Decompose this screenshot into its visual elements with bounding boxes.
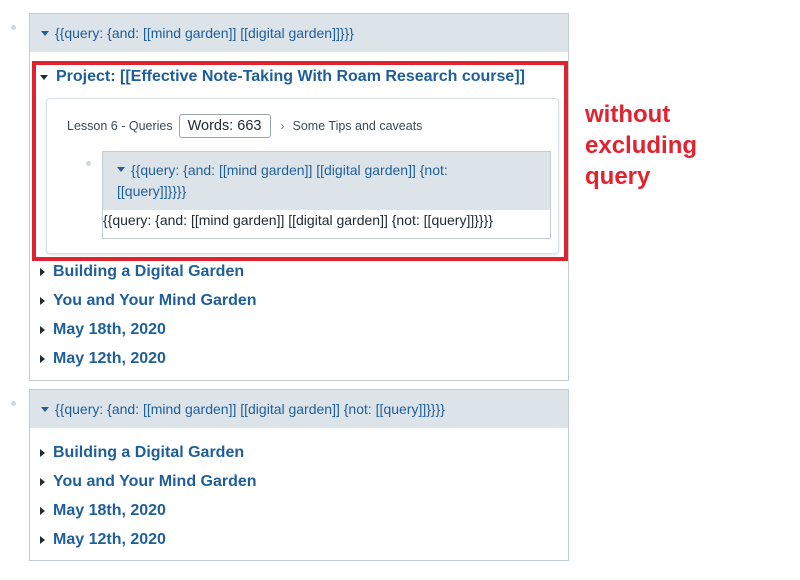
result-title-collapsed[interactable]: Building a Digital Garden xyxy=(40,444,244,462)
result-panel: Lesson 6 - Queries Words: 663 › Some Tip… xyxy=(46,98,559,254)
chevron-right-icon: › xyxy=(280,119,285,133)
result-title-label[interactable]: Building a Digital Garden xyxy=(53,444,244,462)
result-title-label[interactable]: Project: [[Effective Note-Taking With Ro… xyxy=(56,68,525,86)
result-title-collapsed[interactable]: May 12th, 2020 xyxy=(40,531,166,549)
query-header[interactable]: {{query: {and: [[mind garden]] [[digital… xyxy=(30,390,568,428)
result-title-label[interactable]: May 18th, 2020 xyxy=(53,321,166,339)
nested-query-block: {{query: {and: [[mind garden]] [[digital… xyxy=(102,151,551,239)
block-bullet[interactable] xyxy=(11,25,16,30)
query-header-text[interactable]: {{query: {and: [[mind garden]] [[digital… xyxy=(55,401,445,417)
nested-query-header-line1[interactable]: {{query: {and: [[mind garden]] [[digital… xyxy=(131,162,448,178)
result-title-label[interactable]: You and Your Mind Garden xyxy=(53,292,257,310)
breadcrumb-child[interactable]: Some Tips and caveats xyxy=(293,119,423,133)
result-title-label[interactable]: You and Your Mind Garden xyxy=(53,473,257,491)
result-title-expanded[interactable]: Project: [[Effective Note-Taking With Ro… xyxy=(40,68,525,86)
wordcount-badge: Words: 663 xyxy=(178,114,271,138)
caret-down-icon[interactable] xyxy=(41,406,49,412)
caret-right-icon[interactable] xyxy=(40,297,45,305)
result-title-collapsed[interactable]: Building a Digital Garden xyxy=(40,263,244,281)
query-header[interactable]: {{query: {and: [[mind garden]] [[digital… xyxy=(30,14,568,52)
caret-down-icon[interactable] xyxy=(41,30,49,36)
result-title-collapsed[interactable]: You and Your Mind Garden xyxy=(40,292,257,310)
caret-right-icon[interactable] xyxy=(40,449,45,457)
nested-query-header-line2[interactable]: [[query]]}}}} xyxy=(117,183,186,199)
query-header-text[interactable]: {{query: {and: [[mind garden]] [[digital… xyxy=(55,25,354,41)
result-title-label[interactable]: May 18th, 2020 xyxy=(53,502,166,520)
nested-query-header[interactable]: {{query: {and: [[mind garden]] [[digital… xyxy=(103,152,550,210)
caret-right-icon[interactable] xyxy=(40,326,45,334)
result-title-label[interactable]: May 12th, 2020 xyxy=(53,350,166,368)
annotation-text: without excluding query xyxy=(585,99,697,192)
result-title-label[interactable]: Building a Digital Garden xyxy=(53,263,244,281)
breadcrumb-lesson[interactable]: Lesson 6 - Queries xyxy=(67,119,173,133)
annotation-line: query xyxy=(585,163,651,190)
result-title-collapsed[interactable]: May 18th, 2020 xyxy=(40,321,166,339)
breadcrumb: Lesson 6 - Queries Words: 663 › Some Tip… xyxy=(67,112,422,140)
block-bullet[interactable] xyxy=(11,401,16,406)
block-bullet[interactable] xyxy=(86,161,91,166)
annotation-line: without xyxy=(585,101,671,128)
caret-right-icon[interactable] xyxy=(40,478,45,486)
caret-right-icon[interactable] xyxy=(40,507,45,515)
caret-right-icon[interactable] xyxy=(40,268,45,276)
result-title-collapsed[interactable]: May 18th, 2020 xyxy=(40,502,166,520)
nested-query-raw-text[interactable]: {{query: {and: [[mind garden]] [[digital… xyxy=(103,212,493,228)
result-title-label[interactable]: May 12th, 2020 xyxy=(53,531,166,549)
annotation-line: excluding xyxy=(585,132,698,159)
result-title-collapsed[interactable]: May 12th, 2020 xyxy=(40,350,166,368)
caret-down-icon[interactable] xyxy=(117,166,125,172)
caret-right-icon[interactable] xyxy=(40,536,45,544)
result-title-collapsed[interactable]: You and Your Mind Garden xyxy=(40,473,257,491)
caret-down-icon[interactable] xyxy=(40,74,48,80)
caret-right-icon[interactable] xyxy=(40,355,45,363)
